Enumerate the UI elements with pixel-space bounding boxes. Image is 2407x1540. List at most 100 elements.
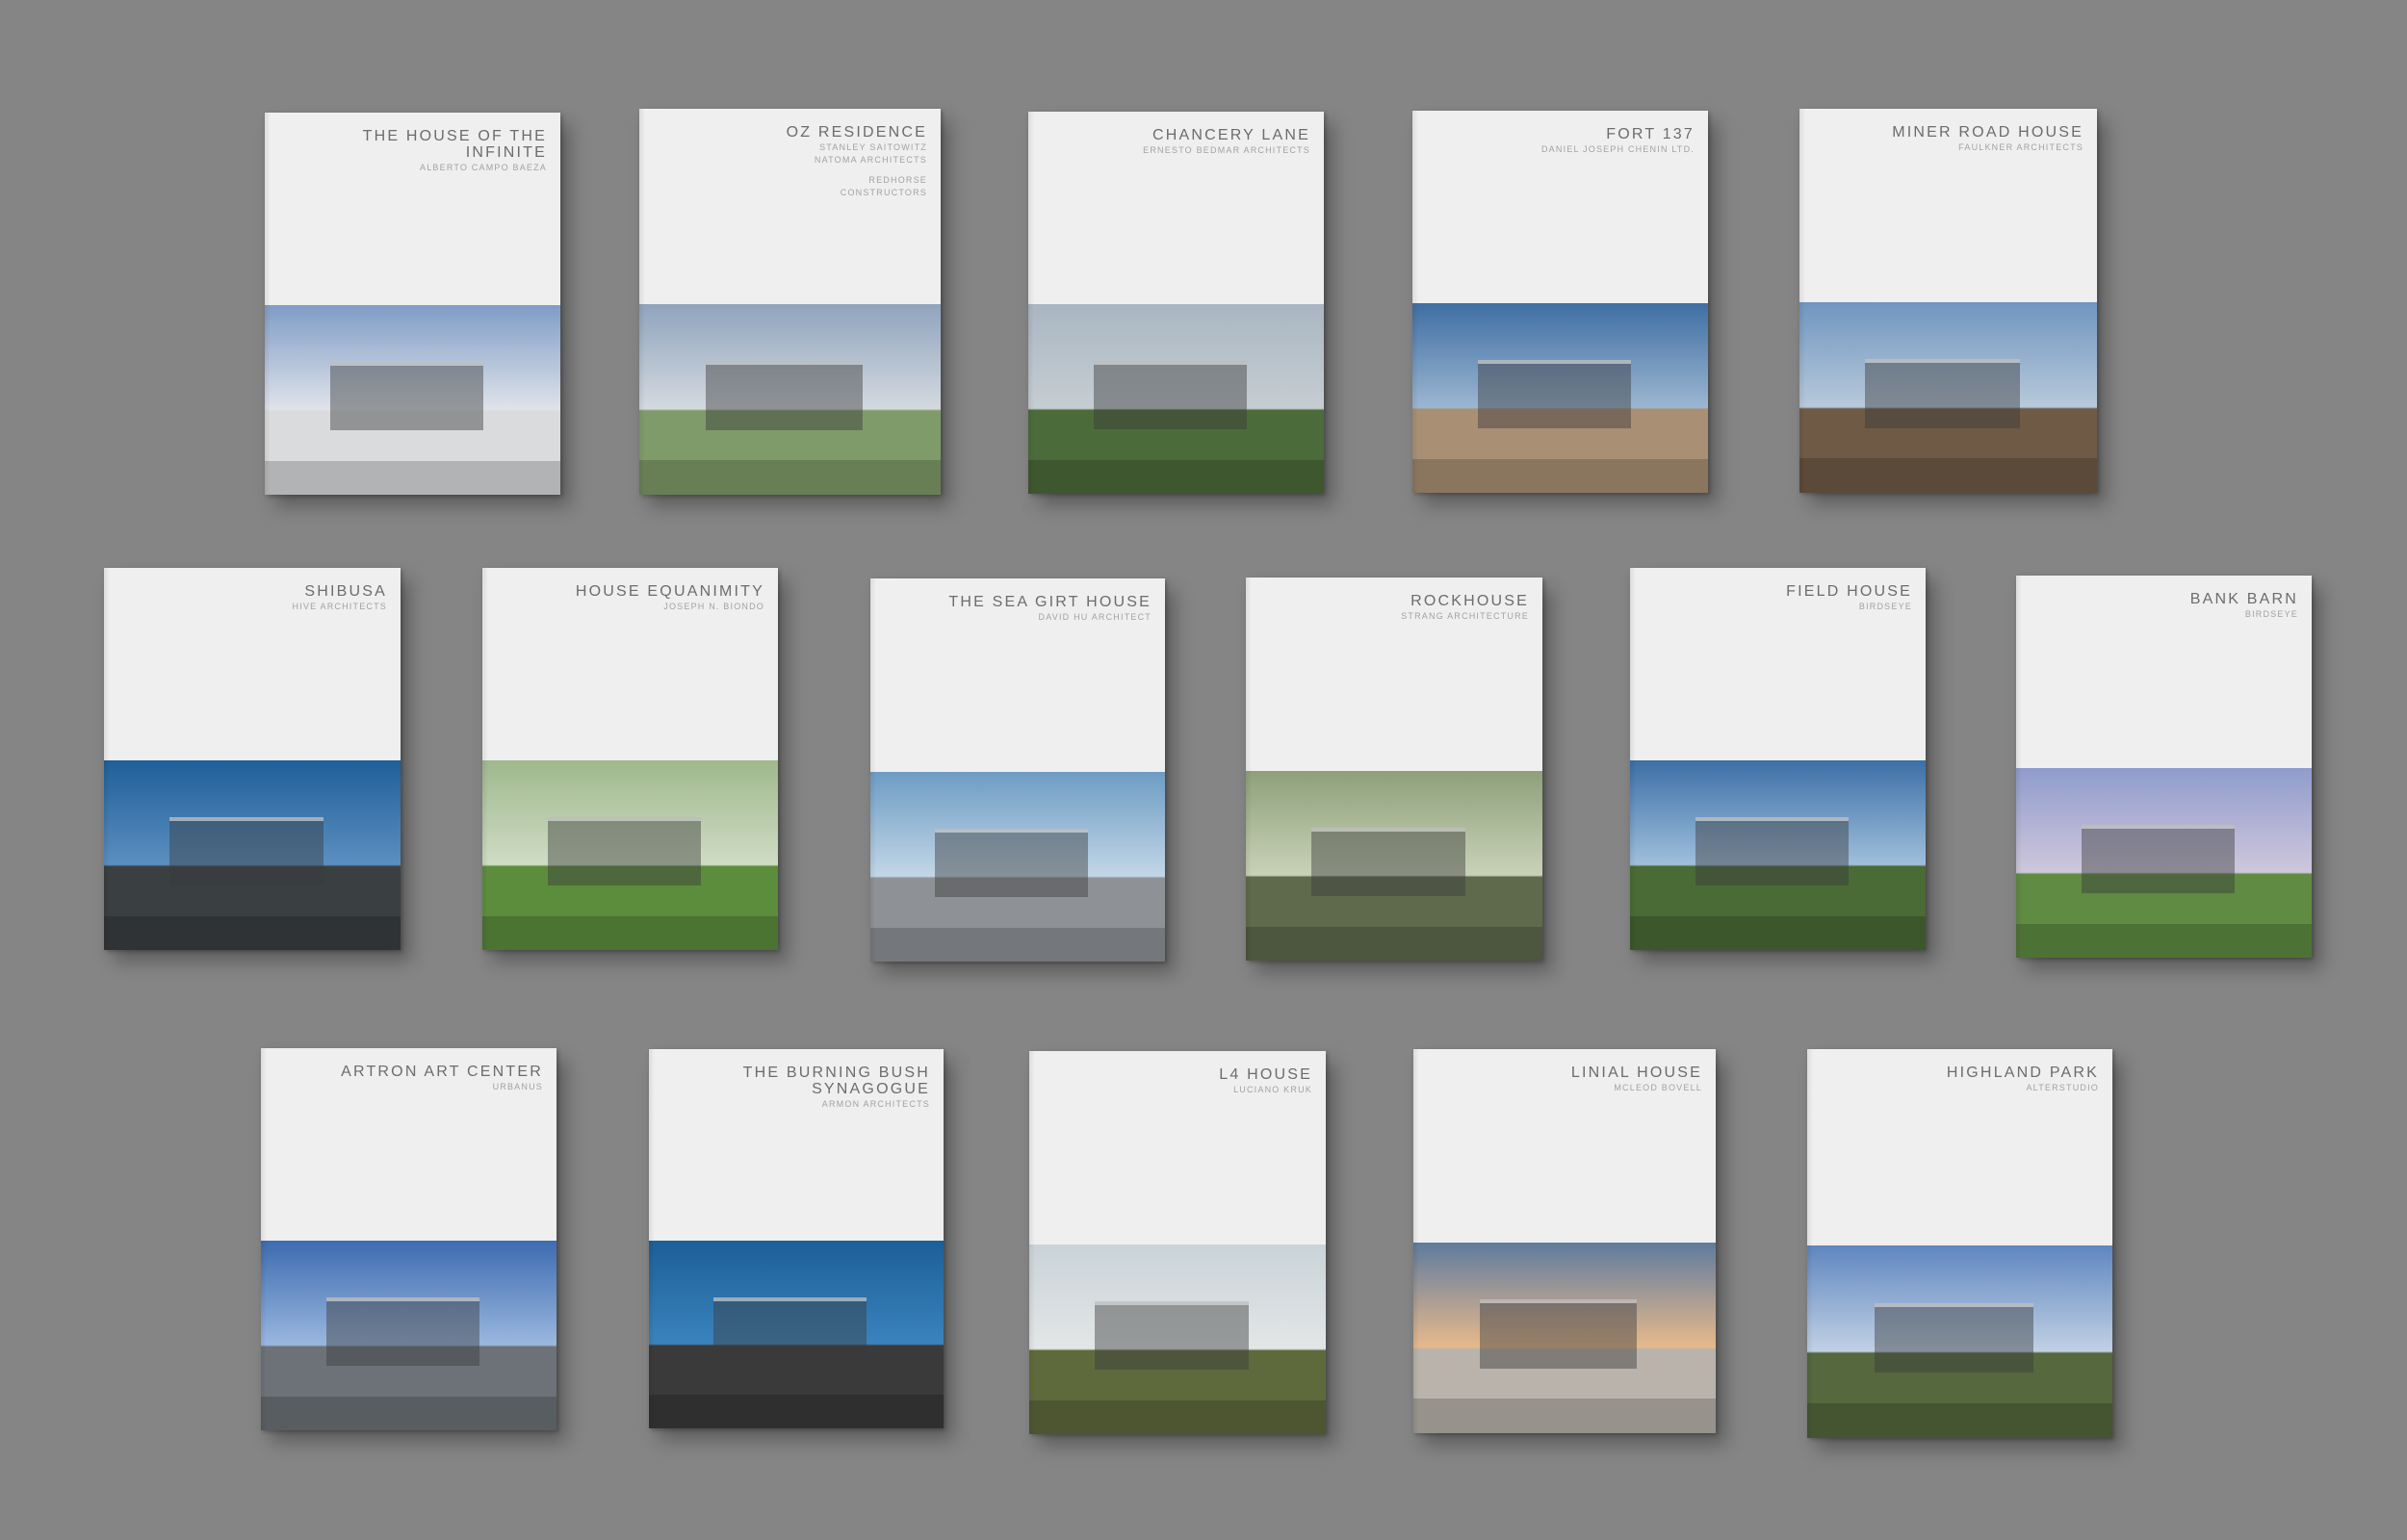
book-title: L4 HOUSE bbox=[1219, 1066, 1312, 1083]
book-architect: HIVE ARCHITECTS bbox=[292, 602, 387, 611]
cover-text: THE BURNING BUSH SYNAGOGUE ARMON ARCHITEC… bbox=[738, 1065, 930, 1110]
book-architect: REDHORSE bbox=[868, 175, 927, 185]
foreground-shape bbox=[261, 1396, 556, 1430]
book-cover[interactable]: ARTRON ART CENTER URBANUS bbox=[261, 1048, 556, 1430]
book-cover[interactable]: BANK BARN BIRDSEYE bbox=[2016, 576, 2312, 958]
cover-title-area: L4 HOUSE LUCIANO KRUK bbox=[1029, 1051, 1326, 1245]
book-title: OZ RESIDENCE bbox=[786, 124, 927, 141]
foreground-shape bbox=[649, 1394, 944, 1428]
cover-photo bbox=[1807, 1245, 2112, 1438]
foreground-shape bbox=[2016, 923, 2312, 958]
cover-photo bbox=[1413, 1243, 1716, 1433]
building-shape bbox=[1695, 817, 1850, 886]
book-architect: STRANG ARCHITECTURE bbox=[1401, 611, 1529, 621]
book-cover[interactable]: CHANCERY LANE ERNESTO BEDMAR ARCHITECTS bbox=[1028, 112, 1324, 494]
book-architect: NATOMA ARCHITECTS bbox=[814, 155, 927, 165]
cover-text: ARTRON ART CENTER URBANUS bbox=[341, 1064, 543, 1092]
building-shape bbox=[935, 829, 1089, 898]
book-title: MINER ROAD HOUSE bbox=[1892, 124, 2083, 141]
book-cover[interactable]: FIELD HOUSE BIRDSEYE bbox=[1630, 568, 1926, 950]
cover-text: THE HOUSE OF THE INFINITE ALBERTO CAMPO B… bbox=[354, 128, 547, 173]
foreground-shape bbox=[1799, 458, 2097, 493]
building-shape bbox=[325, 1297, 480, 1367]
foreground-shape bbox=[1630, 915, 1926, 950]
foreground-shape bbox=[265, 460, 560, 495]
book-title: CHANCERY LANE bbox=[1152, 127, 1310, 143]
building-shape bbox=[1310, 828, 1465, 897]
cover-photo bbox=[482, 760, 778, 950]
cover-photo bbox=[1029, 1245, 1326, 1434]
cover-text: THE SEA GIRT HOUSE DAVID HU ARCHITECT bbox=[948, 594, 1152, 623]
book-cover[interactable]: SHIBUSA HIVE ARCHITECTS bbox=[104, 568, 401, 950]
book-title: SHIBUSA bbox=[304, 583, 387, 600]
cover-title-area: OZ RESIDENCE STANLEY SAITOWITZ NATOMA ARCH… bbox=[639, 109, 941, 304]
book-architect: ERNESTO BEDMAR ARCHITECTS bbox=[1143, 145, 1310, 155]
cover-title-area: THE HOUSE OF THE INFINITE ALBERTO CAMPO B… bbox=[265, 113, 560, 305]
building-shape bbox=[547, 817, 702, 886]
book-architect: ALTERSTUDIO bbox=[2026, 1083, 2099, 1092]
book-architect: LUCIANO KRUK bbox=[1233, 1085, 1312, 1094]
cover-title-area: ROCKHOUSE STRANG ARCHITECTURE bbox=[1246, 578, 1542, 771]
foreground-shape bbox=[1412, 458, 1708, 493]
cover-photo bbox=[1028, 304, 1324, 494]
cover-text: SHIBUSA HIVE ARCHITECTS bbox=[292, 583, 387, 612]
foreground-shape bbox=[482, 915, 778, 950]
cover-text: L4 HOUSE LUCIANO KRUK bbox=[1219, 1066, 1312, 1095]
book-cover[interactable]: HIGHLAND PARK ALTERSTUDIO bbox=[1807, 1049, 2112, 1438]
foreground-shape bbox=[1029, 1399, 1326, 1434]
cover-photo bbox=[1799, 302, 2097, 493]
building-shape bbox=[1093, 361, 1248, 430]
foreground-shape bbox=[1246, 926, 1542, 961]
book-cover[interactable]: THE SEA GIRT HOUSE DAVID HU ARCHITECT bbox=[870, 578, 1165, 962]
cover-text: CHANCERY LANE ERNESTO BEDMAR ARCHITECTS bbox=[1143, 127, 1310, 156]
book-architect: URBANUS bbox=[492, 1082, 543, 1091]
book-cover[interactable]: OZ RESIDENCE STANLEY SAITOWITZ NATOMA ARCH… bbox=[639, 109, 941, 495]
book-title: FIELD HOUSE bbox=[1786, 583, 1912, 600]
building-shape bbox=[1864, 359, 2020, 428]
book-architect: BIRDSEYE bbox=[2244, 609, 2298, 619]
cover-text: HOUSE EQUANIMITY JOSEPH N. BIONDO bbox=[576, 583, 764, 612]
cover-title-area: ARTRON ART CENTER URBANUS bbox=[261, 1048, 556, 1241]
building-shape bbox=[705, 361, 863, 430]
cover-text: LINIAL HOUSE MCLEOD BOVELL bbox=[1571, 1065, 1702, 1093]
book-architect: STANLEY SAITOWITZ bbox=[819, 142, 927, 152]
book-cover[interactable]: HOUSE EQUANIMITY JOSEPH N. BIONDO bbox=[482, 568, 778, 950]
book-cover[interactable]: L4 HOUSE LUCIANO KRUK bbox=[1029, 1051, 1326, 1434]
cover-title-area: LINIAL HOUSE MCLEOD BOVELL bbox=[1413, 1049, 1716, 1243]
building-shape bbox=[2081, 825, 2236, 894]
foreground-shape bbox=[104, 915, 401, 950]
book-architect: ARMON ARCHITECTS bbox=[821, 1099, 930, 1109]
building-shape bbox=[329, 362, 484, 431]
book-title: LINIAL HOUSE bbox=[1570, 1065, 1702, 1081]
cover-photo bbox=[1412, 303, 1708, 493]
foreground-shape bbox=[870, 927, 1165, 962]
book-cover[interactable]: ROCKHOUSE STRANG ARCHITECTURE bbox=[1246, 578, 1542, 961]
book-title: BANK BARN bbox=[2189, 591, 2298, 607]
cover-title-area: THE SEA GIRT HOUSE DAVID HU ARCHITECT bbox=[870, 578, 1165, 772]
cover-text: FORT 137 DANIEL JOSEPH CHENIN LTD. bbox=[1541, 126, 1695, 155]
cover-text: BANK BARN BIRDSEYE bbox=[2190, 591, 2298, 620]
cover-photo bbox=[649, 1241, 944, 1428]
book-title: THE BURNING BUSH SYNAGOGUE bbox=[742, 1065, 930, 1097]
book-architect: DANIEL JOSEPH CHENIN LTD. bbox=[1540, 144, 1695, 154]
cover-text: HIGHLAND PARK ALTERSTUDIO bbox=[1947, 1065, 2099, 1093]
cover-text: ROCKHOUSE STRANG ARCHITECTURE bbox=[1401, 593, 1529, 622]
cover-photo bbox=[2016, 768, 2312, 958]
cover-title-area: HOUSE EQUANIMITY JOSEPH N. BIONDO bbox=[482, 568, 778, 760]
building-shape bbox=[713, 1296, 867, 1365]
book-cover[interactable]: THE BURNING BUSH SYNAGOGUE ARMON ARCHITEC… bbox=[649, 1049, 944, 1428]
cover-text: FIELD HOUSE BIRDSEYE bbox=[1786, 583, 1912, 612]
book-cover[interactable]: FORT 137 DANIEL JOSEPH CHENIN LTD. bbox=[1412, 111, 1708, 493]
book-architect: BIRDSEYE bbox=[1858, 602, 1912, 611]
book-cover[interactable]: THE HOUSE OF THE INFINITE ALBERTO CAMPO B… bbox=[265, 113, 560, 495]
cover-title-area: CHANCERY LANE ERNESTO BEDMAR ARCHITECTS bbox=[1028, 112, 1324, 304]
book-title: ARTRON ART CENTER bbox=[341, 1064, 543, 1080]
book-title: HIGHLAND PARK bbox=[1946, 1065, 2099, 1081]
book-cover[interactable]: LINIAL HOUSE MCLEOD BOVELL bbox=[1413, 1049, 1716, 1433]
cover-title-area: SHIBUSA HIVE ARCHITECTS bbox=[104, 568, 401, 760]
cover-title-area: FORT 137 DANIEL JOSEPH CHENIN LTD. bbox=[1412, 111, 1708, 303]
building-shape bbox=[1874, 1303, 2033, 1373]
book-architect bbox=[787, 167, 927, 173]
building-shape bbox=[1480, 1299, 1638, 1369]
book-cover[interactable]: MINER ROAD HOUSE FAULKNER ARCHITECTS bbox=[1799, 109, 2097, 493]
